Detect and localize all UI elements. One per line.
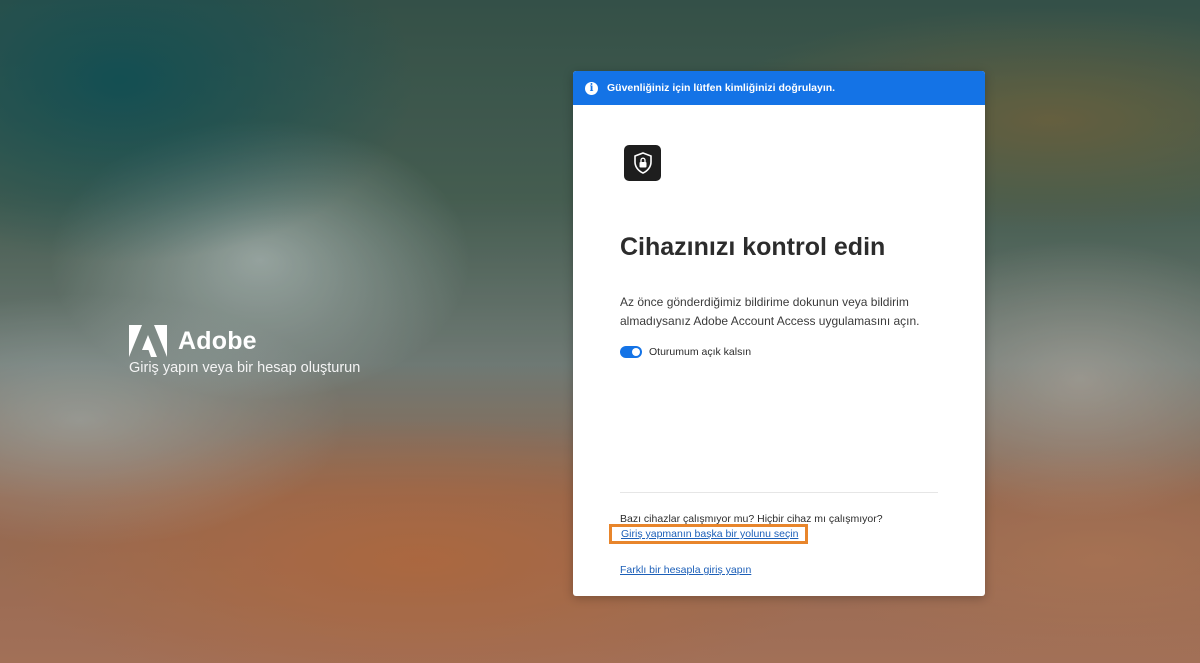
toggle-knob — [632, 348, 640, 356]
instruction-text: Az önce gönderdiğimiz bildirime dokunun … — [620, 295, 920, 328]
brand-name: Adobe — [178, 326, 257, 355]
page-title: Cihazınızı kontrol edin — [620, 233, 886, 261]
brand-row: Adobe — [129, 325, 360, 357]
stay-signed-in-toggle[interactable] — [620, 346, 642, 358]
divider — [620, 492, 938, 493]
adobe-logo-icon — [129, 325, 167, 357]
info-icon: i — [585, 81, 598, 95]
alt-signin-link[interactable]: Giriş yapmanın başka bir yolunu seçin — [621, 528, 798, 540]
stay-signed-in-label: Oturumum açık kalsın — [649, 346, 752, 358]
stay-signed-in-row: Oturumum açık kalsın — [620, 346, 751, 358]
other-account-link[interactable]: Farklı bir hesapla giriş yapın — [620, 564, 751, 576]
shield-lock-icon — [624, 145, 661, 181]
brand-tagline: Giriş yapın veya bir hesap oluşturun — [129, 360, 361, 376]
page-background: Adobe Giriş yapın veya bir hesap oluştur… — [0, 0, 1200, 663]
verification-card: i Güvenliğiniz için lütfen kimliğinizi d… — [573, 71, 985, 596]
adobe-brand: Adobe Giriş yapın veya bir hesap oluştur… — [129, 325, 360, 376]
banner-text: Güvenliğiniz için lütfen kimliğinizi doğ… — [607, 82, 836, 94]
security-banner: i Güvenliğiniz için lütfen kimliğinizi d… — [573, 71, 985, 105]
alt-signin-highlight: Giriş yapmanın başka bir yolunu seçin — [609, 524, 808, 544]
